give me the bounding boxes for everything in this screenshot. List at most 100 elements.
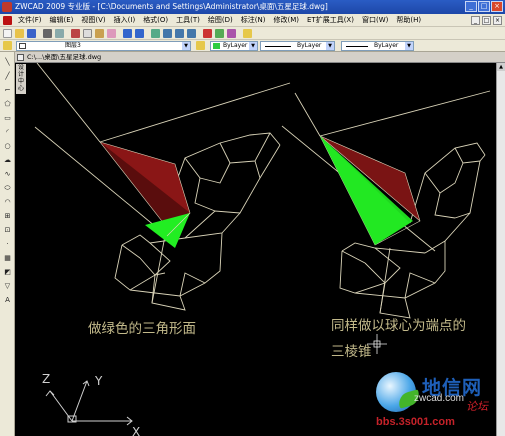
chevron-down-icon[interactable]: ▼	[249, 42, 257, 50]
insert-block-icon[interactable]: ⊞	[3, 212, 12, 221]
layer-color-swatch	[19, 43, 26, 49]
arc-tool-icon[interactable]: ◜	[3, 128, 12, 137]
redo-icon[interactable]	[135, 29, 144, 38]
left-pyramid-faces	[99, 141, 191, 248]
watermark-forum-label: 论坛	[466, 400, 488, 413]
polyline-tool-icon[interactable]: ⌐	[3, 86, 12, 95]
menu-et-tools[interactable]: ET扩展工具(X)	[303, 14, 358, 27]
menu-insert[interactable]: 插入(I)	[110, 14, 140, 27]
pan-icon[interactable]	[151, 29, 160, 38]
menu-view[interactable]: 视图(V)	[77, 14, 109, 27]
copy-icon[interactable]	[83, 29, 92, 38]
menu-format[interactable]: 格式(O)	[139, 14, 172, 27]
chevron-down-icon[interactable]: ▼	[182, 42, 190, 50]
tool-palette-icon[interactable]	[227, 29, 236, 38]
caption-right-line1: 同样做以球心为端点的	[331, 318, 466, 334]
line-tool-icon[interactable]: ╲	[3, 58, 12, 67]
point-tool-icon[interactable]: ·	[3, 240, 12, 249]
circle-tool-icon[interactable]: ○	[3, 142, 12, 151]
hatch-tool-icon[interactable]: ▦	[3, 254, 12, 263]
design-center-icon[interactable]	[215, 29, 224, 38]
ucs-axis-icon	[45, 380, 133, 426]
menu-bar: 文件(F) 编辑(E) 视图(V) 插入(I) 格式(O) 工具(T) 绘图(D…	[0, 14, 505, 27]
zoom-window-icon[interactable]	[175, 29, 184, 38]
document-icon[interactable]	[17, 54, 24, 61]
ucs-z-label: Z	[42, 372, 50, 386]
window-controls: _ □ ×	[465, 1, 503, 12]
layers-properties-toolbar: 图层3 ▼ ByLayer ▼ ByLayer ▼ ByLayer ▼	[0, 40, 505, 52]
scroll-up-icon[interactable]: ▲	[497, 63, 505, 71]
cad-application-window: ZWCAD 2009 专业版 - [C:\Documents and Setti…	[0, 0, 505, 436]
undo-icon[interactable]	[123, 29, 132, 38]
new-file-icon[interactable]	[3, 29, 12, 38]
minimize-button[interactable]: _	[465, 1, 477, 12]
rectangle-tool-icon[interactable]: ▭	[3, 114, 12, 123]
lineweight-sample	[346, 46, 368, 47]
polygon-tool-icon[interactable]: ⬠	[3, 100, 12, 109]
make-current-layer-icon[interactable]	[196, 41, 205, 50]
document-window-controls: _ □ ×	[471, 15, 505, 25]
menu-help[interactable]: 帮助(H)	[392, 14, 425, 27]
standard-toolbar	[0, 27, 505, 40]
color-swatch	[213, 43, 220, 49]
zwcad-app-icon	[2, 2, 12, 12]
close-button[interactable]: ×	[491, 1, 503, 12]
match-properties-icon[interactable]	[107, 29, 116, 38]
right-pyramid-faces	[319, 135, 421, 246]
window-title: ZWCAD 2009 专业版 - [C:\Documents and Setti…	[15, 2, 328, 11]
color-value: ByLayer	[223, 42, 248, 49]
zoom-realtime-icon[interactable]	[163, 29, 172, 38]
print-icon[interactable]	[43, 29, 52, 38]
open-folder-icon[interactable]	[15, 29, 24, 38]
save-icon[interactable]	[27, 29, 36, 38]
layer-dropdown[interactable]: 图层3 ▼	[16, 41, 191, 51]
paste-icon[interactable]	[95, 29, 104, 38]
lineweight-dropdown[interactable]: ByLayer ▼	[341, 41, 414, 51]
doc-minimize-button[interactable]: _	[471, 15, 480, 25]
design-center-side-panel[interactable]: 设计中心	[16, 64, 26, 94]
chevron-down-icon[interactable]: ▼	[405, 42, 413, 50]
site-watermark: 地信网 zwcad.com 论坛 bbs.3s001.com	[376, 372, 505, 436]
menu-window[interactable]: 窗口(W)	[358, 14, 392, 27]
title-bar: ZWCAD 2009 专业版 - [C:\Documents and Setti…	[0, 0, 505, 14]
menu-edit[interactable]: 编辑(E)	[46, 14, 78, 27]
layer-name: 图层3	[65, 42, 81, 49]
doc-restore-button[interactable]: □	[482, 15, 491, 25]
linetype-sample	[265, 46, 291, 47]
region-tool-icon[interactable]: ◩	[3, 268, 12, 277]
ucs-y-label: Y	[94, 374, 103, 388]
spline-tool-icon[interactable]: ∿	[3, 170, 12, 179]
print-preview-icon[interactable]	[55, 29, 64, 38]
caption-left: 做绿色的三角形面	[88, 321, 196, 337]
wipeout-tool-icon[interactable]: ▽	[3, 282, 12, 291]
cut-icon[interactable]	[71, 29, 80, 38]
multiline-text-icon[interactable]: A	[3, 296, 12, 305]
ray-tool-icon[interactable]: ╱	[3, 72, 12, 81]
color-dropdown[interactable]: ByLayer ▼	[210, 41, 258, 51]
linetype-dropdown[interactable]: ByLayer ▼	[260, 41, 335, 51]
ellipse-arc-tool-icon[interactable]: ◠	[3, 198, 12, 207]
caption-right-line2: 三棱锥	[331, 344, 372, 360]
layer-manager-icon[interactable]	[3, 41, 12, 50]
make-block-icon[interactable]: ⊡	[3, 226, 12, 235]
chevron-down-icon[interactable]: ▼	[326, 42, 334, 50]
zoom-previous-icon[interactable]	[187, 29, 196, 38]
doc-close-button[interactable]: ×	[493, 15, 502, 25]
properties-icon[interactable]	[203, 29, 212, 38]
menu-modify[interactable]: 修改(M)	[269, 14, 303, 27]
revcloud-tool-icon[interactable]: ☁	[3, 156, 12, 165]
menu-tools[interactable]: 工具(T)	[172, 14, 204, 27]
document-title: C:\...\桌面\五星足球.dwg	[27, 53, 102, 61]
watermark-site-domain: zwcad.com	[414, 393, 465, 404]
maximize-button[interactable]: □	[478, 1, 490, 12]
watermark-url: bbs.3s001.com	[376, 416, 455, 428]
ucs-x-label: X	[132, 425, 140, 436]
document-icon[interactable]	[3, 15, 12, 25]
ellipse-tool-icon[interactable]: ⬭	[3, 184, 12, 193]
menu-dimension[interactable]: 标注(N)	[237, 14, 270, 27]
help-icon[interactable]	[243, 29, 252, 38]
menu-draw[interactable]: 绘图(D)	[204, 14, 237, 27]
draw-toolbar: ╲ ╱ ⌐ ⬠ ▭ ◜ ○ ☁ ∿ ⬭ ◠ ⊞ ⊡ · ▦ ◩ ▽ A	[0, 52, 15, 436]
document-title-bar: C:\...\桌面\五星足球.dwg	[15, 52, 505, 63]
menu-file[interactable]: 文件(F)	[14, 14, 46, 27]
